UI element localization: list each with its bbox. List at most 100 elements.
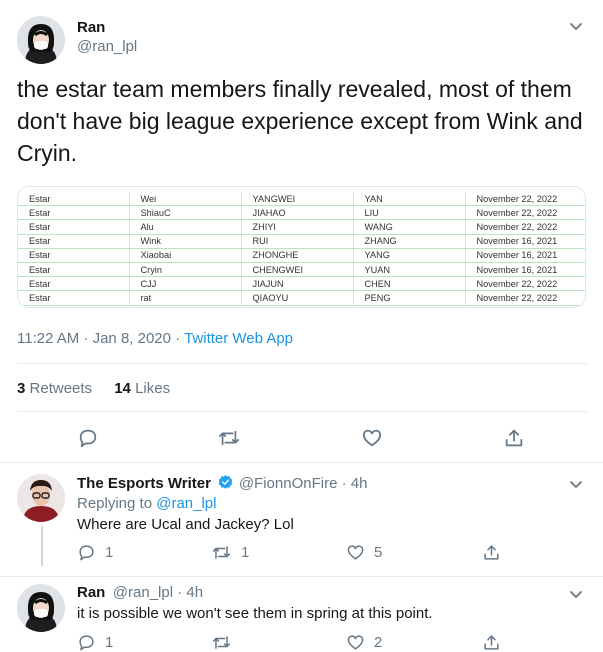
spreadsheet-table: Estar Wei YANGWEI YAN November 22, 2022 Estar… xyxy=(18,192,585,306)
author-name[interactable]: Ran xyxy=(77,584,105,601)
tweet-text: the estar team members finally revealed,… xyxy=(17,76,583,166)
table-cell: YANGWEI xyxy=(241,192,354,207)
divider xyxy=(0,576,603,577)
retweet-arrows-icon xyxy=(218,430,240,446)
divider xyxy=(0,462,603,463)
avatar[interactable] xyxy=(17,474,65,522)
divider xyxy=(17,363,587,364)
table-cell: CHEN xyxy=(353,276,466,292)
speech-bubble-icon xyxy=(79,545,94,561)
heart-icon xyxy=(362,429,382,447)
table-cell: Alu xyxy=(129,219,242,235)
table-row: Estar CJJ JIAJUN CHEN November 22, 2022 xyxy=(18,276,585,292)
timestamp[interactable]: 11:22 AM · Jan 8, 2020 · xyxy=(17,330,184,347)
table-cell: PENG xyxy=(353,290,466,306)
table-cell: Wink xyxy=(129,234,242,249)
replying-to-link[interactable]: @ran_lpl xyxy=(156,495,216,512)
table-row: Estar Wei YANGWEI YAN November 22, 2022 xyxy=(18,192,585,207)
table-cell: YAN xyxy=(353,192,466,207)
tweet-stats: 3 Retweets 14 Likes xyxy=(17,380,170,397)
table-cell: Estar xyxy=(18,192,130,207)
table-cell: YANG xyxy=(353,248,466,263)
reply-text: Where are Ucal and Jackey? Lol xyxy=(77,516,294,533)
author-handle[interactable]: @ran_lpl xyxy=(77,38,137,55)
table-cell: November 16, 2021 xyxy=(465,234,585,249)
avatar-image xyxy=(17,474,65,522)
speech-bubble-icon xyxy=(79,429,97,448)
table-cell: rat xyxy=(129,290,242,306)
retweets-label: Retweets xyxy=(29,380,93,397)
avatar[interactable] xyxy=(17,16,65,64)
table-cell: LIU xyxy=(353,205,466,221)
avatar[interactable] xyxy=(17,584,65,632)
table-cell: WANG xyxy=(353,219,466,235)
table-cell: Estar xyxy=(18,219,130,235)
table-row: Estar rat QIAOYU PENG November 22, 2022 xyxy=(18,290,585,306)
reply-button[interactable]: 1 xyxy=(77,543,113,562)
table-cell: Cryin xyxy=(129,262,242,278)
author-name[interactable]: Ran xyxy=(77,19,105,36)
table-cell: ZHIYI xyxy=(241,219,354,235)
table-cell: Estar xyxy=(18,234,130,249)
likes-label: Likes xyxy=(135,380,171,397)
table-cell: November 22, 2022 xyxy=(465,290,585,306)
table-row: Estar Cryin CHENGWEI YUAN November 16, 2021 xyxy=(18,262,585,278)
table-cell: CHENGWEI xyxy=(241,262,354,278)
table-cell: Estar xyxy=(18,290,130,306)
retweet-button[interactable]: 1 xyxy=(211,543,249,562)
source-link[interactable]: Twitter Web App xyxy=(184,330,293,347)
retweets-count: 3 xyxy=(17,380,26,397)
reply1-header: The Esports Writer @FionnOnFire · 4h xyxy=(77,474,367,496)
chevron-down-icon[interactable] xyxy=(568,586,584,607)
heart-icon xyxy=(347,545,364,560)
author-handle[interactable]: @FionnOnFire · 4h xyxy=(239,475,368,492)
replying-to: Replying to @ran_lpl xyxy=(77,495,216,512)
table-row: Estar Xiaobai ZHONGHE YANG November 16, 2021 xyxy=(18,248,585,263)
replying-prefix: Replying to xyxy=(77,495,157,512)
reply-text: it is possible we won't see them in spri… xyxy=(77,605,433,622)
table-cell: November 22, 2022 xyxy=(465,276,585,292)
tweet-meta: 11:22 AM · Jan 8, 2020 · Twitter Web App xyxy=(17,330,293,347)
retweet-arrows-icon xyxy=(212,546,231,559)
table-cell: RUI xyxy=(241,234,354,249)
table-cell: Wei xyxy=(129,192,242,207)
table-row: Estar Wink RUI ZHANG November 16, 2021 xyxy=(18,234,585,249)
avatar-image xyxy=(17,16,65,64)
likes-count: 14 xyxy=(114,380,131,397)
retweet-button[interactable] xyxy=(217,427,241,449)
share-upload-icon xyxy=(505,429,523,447)
chevron-down-icon[interactable] xyxy=(568,476,584,497)
table-cell: November 16, 2021 xyxy=(465,248,585,263)
avatar-image xyxy=(17,584,65,632)
table-row: Estar Alu ZHIYI WANG November 22, 2022 xyxy=(18,219,585,235)
table-cell: ZHONGHE xyxy=(241,248,354,263)
chevron-down-icon[interactable] xyxy=(568,18,584,39)
table-cell: CJJ xyxy=(129,276,242,292)
table-cell: Estar xyxy=(18,248,130,263)
table-cell: November 22, 2022 xyxy=(465,192,585,207)
author-name[interactable]: The Esports Writer xyxy=(77,475,211,492)
reply2-header: Ran @ran_lpl · 4h xyxy=(77,584,203,602)
table-cell: JIAJUN xyxy=(241,276,354,292)
thread-line xyxy=(41,526,43,566)
retweets-stat[interactable]: 3 Retweets xyxy=(17,380,92,397)
likes-stat[interactable]: 14 Likes xyxy=(114,380,170,397)
table-cell: Xiaobai xyxy=(129,248,242,263)
like-button[interactable] xyxy=(361,427,383,449)
divider xyxy=(17,411,587,412)
author-handle[interactable]: @ran_lpl · 4h xyxy=(113,584,203,601)
tweet-image-spreadsheet[interactable]: Estar Wei YANGWEI YAN November 22, 2022 Estar… xyxy=(17,186,586,308)
like-button[interactable]: 5 xyxy=(346,543,382,562)
table-cell: Estar xyxy=(18,276,130,292)
retweet-count: 1 xyxy=(241,544,250,561)
share-button[interactable] xyxy=(503,427,525,449)
table-cell: ShiauC xyxy=(129,205,242,221)
table-cell: November 22, 2022 xyxy=(465,205,585,221)
table-row: Estar ShiauC JIAHAO LIU November 22, 2022 xyxy=(18,205,585,221)
share-button[interactable] xyxy=(482,543,501,562)
verified-badge-icon xyxy=(217,474,234,496)
table-cell: Estar xyxy=(18,205,130,221)
reply-button[interactable] xyxy=(77,427,99,449)
table-cell: YUAN xyxy=(353,262,466,278)
table-cell: November 22, 2022 xyxy=(465,219,585,235)
